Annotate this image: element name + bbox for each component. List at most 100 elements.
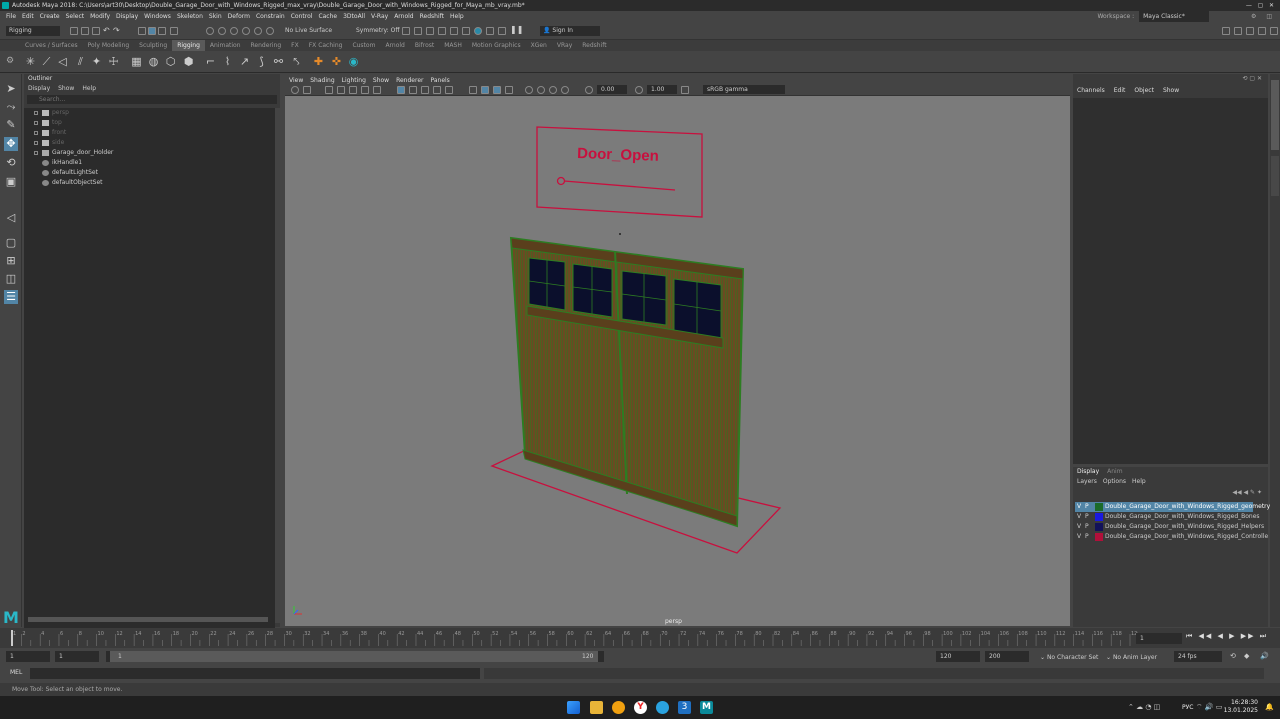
xray-components-icon[interactable] xyxy=(505,86,513,94)
layer-visibility-toggle[interactable]: V xyxy=(1077,522,1081,532)
shelf-tab-arnold[interactable]: Arnold xyxy=(380,40,409,51)
menu-skeleton[interactable]: Skeleton xyxy=(177,13,203,20)
snap-live-icon[interactable] xyxy=(266,27,274,35)
paint-select-icon[interactable]: ✎ xyxy=(4,118,18,132)
shelf-tab-rendering[interactable]: Rendering xyxy=(246,40,287,51)
shelf-tab-bifrost[interactable]: Bifrost xyxy=(410,40,439,51)
channelbox-menu-show[interactable]: Show xyxy=(1163,87,1179,94)
attribute-editor-tab[interactable] xyxy=(1271,156,1279,196)
channelbox-menu-channels[interactable]: Channels xyxy=(1077,87,1105,94)
range-end-field[interactable]: 120 xyxy=(936,651,980,662)
menu-cache[interactable]: Cache xyxy=(318,13,337,20)
wireframe-icon[interactable] xyxy=(397,86,405,94)
display-layer-row[interactable]: V P Double_Garage_Door_with_Windows_Rigged… xyxy=(1075,532,1268,542)
open-scene-icon[interactable] xyxy=(81,27,89,35)
sign-in-button[interactable]: 👤 Sign In xyxy=(540,26,600,36)
time-slider-ruler[interactable]: 1 2 4 6 8 10 12 14 16 18 20 22 24 26 28 30 32 34 36 38 40 42 4… xyxy=(8,628,1138,648)
window-controls[interactable]: — ▢ ✕ xyxy=(1246,0,1274,11)
lattice-icon[interactable]: ⬢ xyxy=(182,55,195,68)
exposure-field[interactable]: 0.00 xyxy=(597,85,627,94)
menu-select[interactable]: Select xyxy=(66,13,85,20)
shelf-tab-fx-caching[interactable]: FX Caching xyxy=(304,40,348,51)
3dsmax-icon[interactable]: 3 xyxy=(678,701,691,714)
mirror-joint-icon[interactable]: ◁ xyxy=(56,55,69,68)
browser-icon[interactable] xyxy=(612,701,625,714)
layer-color-swatch[interactable] xyxy=(1095,523,1103,531)
menu-3dtoall[interactable]: 3DtoAll xyxy=(343,13,365,20)
menu-windows[interactable]: Windows xyxy=(144,13,171,20)
lasso-tool-icon[interactable]: ⤳ xyxy=(4,100,18,114)
layer-visibility-toggle[interactable]: V xyxy=(1077,502,1081,512)
orient-constraint-icon[interactable]: ✜ xyxy=(330,55,343,68)
shelf-tab-rigging[interactable]: Rigging xyxy=(172,40,205,51)
outliner-persp-icon[interactable]: ☰ xyxy=(4,290,18,304)
layer-editor-toggle-icon[interactable] xyxy=(1270,27,1278,35)
quick-rig-icon[interactable]: ✦ xyxy=(90,55,103,68)
door-open-slider-handle[interactable] xyxy=(556,176,566,186)
use-lights-icon[interactable] xyxy=(433,86,441,94)
network-sound-icons[interactable]: ⌔ 🔊 ▭ xyxy=(1196,703,1222,712)
bind-skin-icon[interactable]: ▦ xyxy=(130,55,143,68)
menu-arnold[interactable]: Arnold xyxy=(394,13,413,20)
character-set-dropdown[interactable]: ⌄ No Character Set xyxy=(1040,654,1098,661)
color-management-icon[interactable] xyxy=(681,86,689,94)
menuset-dropdown[interactable]: Rigging xyxy=(6,26,60,36)
menu-create[interactable]: Create xyxy=(40,13,60,20)
pause-icon[interactable]: ❚❚ xyxy=(510,25,523,34)
shelf-tab-custom[interactable]: Custom xyxy=(347,40,380,51)
current-time-indicator[interactable] xyxy=(11,630,13,646)
playback-controls[interactable]: ⏮ ◀◀ ◀ ▶ ▶▶ ⏭ xyxy=(1186,632,1268,641)
camera-select-icon[interactable] xyxy=(291,86,299,94)
expand-icon[interactable]: ◫ xyxy=(1266,13,1272,20)
anti-aliasing-icon[interactable] xyxy=(549,86,557,94)
outliner-item-ikhandle1[interactable]: ikHandle1 xyxy=(24,158,275,168)
outliner-item-defaultlightset[interactable]: defaultLightSet xyxy=(24,168,275,178)
cluster-icon[interactable]: ↗ xyxy=(238,55,251,68)
viewport-scene[interactable]: Door_Open persp xyxy=(285,96,1070,626)
expand-toggle-icon[interactable] xyxy=(34,141,38,145)
menu-control[interactable]: Control xyxy=(291,13,313,20)
layer-menu-options[interactable]: Options xyxy=(1103,478,1126,485)
menu-constrain[interactable]: Constrain xyxy=(256,13,285,20)
isolate-select-icon[interactable] xyxy=(469,86,477,94)
loop-icon[interactable]: ⟲ xyxy=(1230,652,1236,660)
viewport-menu-view[interactable]: View xyxy=(289,77,303,84)
create-joints-icon[interactable]: ✳ xyxy=(24,55,37,68)
start-button-icon[interactable] xyxy=(567,701,580,714)
smooth-shade-icon[interactable] xyxy=(409,86,417,94)
shelf-tab-poly-modeling[interactable]: Poly Modeling xyxy=(83,40,135,51)
layer-playback-toggle[interactable]: P xyxy=(1085,522,1089,532)
layer-menu-help[interactable]: Help xyxy=(1132,478,1146,485)
live-surface-label[interactable]: No Live Surface xyxy=(285,27,332,35)
point-constraint-icon[interactable]: ✚ xyxy=(312,55,325,68)
layer-menu-layers[interactable]: Layers xyxy=(1077,478,1097,485)
select-component-icon[interactable] xyxy=(158,27,166,35)
vray-frame-buffer-icon[interactable] xyxy=(498,27,506,35)
vray-ipr-icon[interactable] xyxy=(486,27,494,35)
outliner-menu-show[interactable]: Show xyxy=(58,85,74,92)
menu-redshift[interactable]: Redshift xyxy=(420,13,444,20)
fps-dropdown[interactable]: 24 fps xyxy=(1174,651,1222,662)
expand-toggle-icon[interactable] xyxy=(34,131,38,135)
menu-edit[interactable]: Edit xyxy=(22,13,34,20)
viewport-menu-show[interactable]: Show xyxy=(373,77,389,84)
display-layer-row[interactable]: V P Double_Garage_Door_with_Windows_Rigged… xyxy=(1075,512,1260,522)
aim-constraint-icon[interactable]: ◉ xyxy=(347,55,360,68)
channelbox-header-icons[interactable]: ⟲ ▢ ✕ xyxy=(1242,75,1262,82)
start-frame-field[interactable]: 1 xyxy=(6,651,50,662)
side-by-side-icon[interactable]: ◫ xyxy=(4,272,18,286)
shelf-tab-vray[interactable]: VRay xyxy=(552,40,577,51)
vray-render-icon[interactable] xyxy=(474,27,482,35)
shelf-tab-fx[interactable]: FX xyxy=(286,40,304,51)
outliner-search-input[interactable]: Search... xyxy=(27,95,277,104)
tool-settings-toggle-icon[interactable] xyxy=(1246,27,1254,35)
snap-surface-icon[interactable] xyxy=(254,27,262,35)
outliner-item-side[interactable]: side xyxy=(24,138,275,148)
ipr-render-icon[interactable] xyxy=(426,27,434,35)
blend-shape-icon[interactable]: ⚯ xyxy=(272,55,285,68)
shelf-tab-animation[interactable]: Animation xyxy=(205,40,246,51)
shelf-tab-sculpting[interactable]: Sculpting xyxy=(134,40,172,51)
four-view-icon[interactable]: ⊞ xyxy=(4,254,18,268)
end-frame-field[interactable]: 200 xyxy=(985,651,1029,662)
outliner-item-defaultobjectset[interactable]: defaultObjectSet xyxy=(24,178,275,188)
